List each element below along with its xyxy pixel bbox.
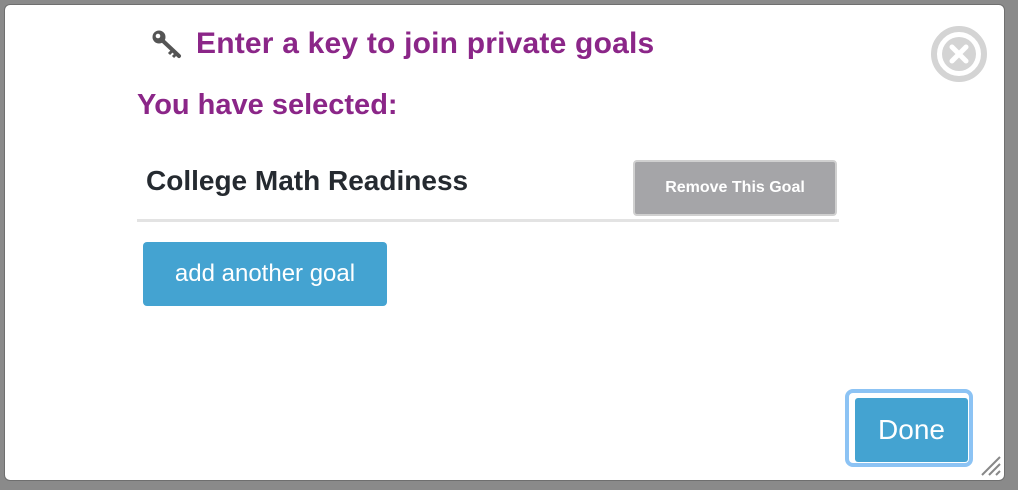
- dialog: Enter a key to join private goals You ha…: [4, 4, 1005, 481]
- done-button-focus-ring: Done: [845, 389, 973, 467]
- remove-goal-button[interactable]: Remove This Goal: [633, 160, 837, 216]
- add-another-goal-button[interactable]: add another goal: [143, 242, 387, 306]
- done-button[interactable]: Done: [855, 398, 968, 462]
- key-icon: [152, 30, 181, 59]
- close-icon[interactable]: [930, 25, 988, 83]
- resize-grip-icon[interactable]: [978, 453, 1002, 477]
- selected-goal-row: College Math Readiness Remove This Goal: [137, 157, 839, 222]
- enter-key-link[interactable]: Enter a key to join private goals: [150, 27, 654, 61]
- selected-heading: You have selected:: [137, 89, 398, 121]
- enter-key-label: Enter a key to join private goals: [196, 27, 655, 60]
- goal-name: College Math Readiness: [146, 165, 469, 196]
